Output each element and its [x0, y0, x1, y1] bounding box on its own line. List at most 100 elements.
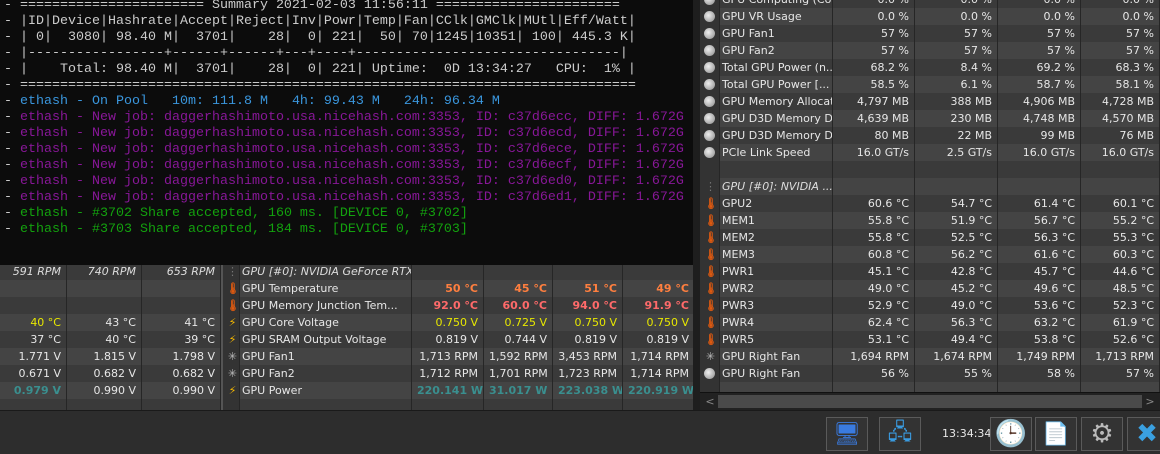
- network-button[interactable]: 🖧: [879, 417, 921, 451]
- sensor-value: 0.725 V: [484, 314, 553, 331]
- sensor-row[interactable]: 40 °C 43 °C 41 °C GPU Core Voltage 0.750 V 0.…: [0, 314, 693, 331]
- sensor-value: 4,748 MB: [998, 110, 1081, 127]
- sensor-row[interactable]: [0, 399, 693, 410]
- sensor-row[interactable]: GPU Memory Allocated4,797 MB388 MB4,906 …: [700, 93, 1160, 110]
- sensor-value: 1.798 V: [142, 348, 221, 365]
- sensor-value: 1,713 RPM: [1081, 348, 1160, 365]
- sensor-value: 48.5 °C: [1081, 280, 1160, 297]
- thermometer-icon: 🌡: [704, 231, 718, 244]
- sensor-value: [67, 280, 142, 297]
- sensor-value: 52.6 °C: [1081, 331, 1160, 348]
- gauge-icon: [704, 79, 715, 90]
- sensor-row[interactable]: GPU Right Fan 1,694 RPM 1,674 RPM 1,749 RPM…: [700, 348, 1160, 365]
- logging-button[interactable]: 📄: [1035, 417, 1077, 451]
- sensor-value: 42.8 °C: [915, 263, 998, 280]
- sensor-value: 39 °C: [142, 331, 221, 348]
- sensor-value: 22 MB: [915, 127, 998, 144]
- sensor-value: [553, 263, 623, 280]
- sensor-row[interactable]: 0.979 V 0.990 V 0.990 V GPU Power 220.141 W3…: [0, 382, 693, 399]
- sensor-value: [998, 161, 1081, 178]
- sensor-value: [0, 297, 67, 314]
- sensor-value: 41 °C: [142, 314, 221, 331]
- sensor-value: 56 %: [833, 365, 915, 382]
- scroll-right-icon[interactable]: >: [1142, 394, 1158, 410]
- sensor-row[interactable]: MEM2 55.8 °C 52.5 °C 56.3 °C 55.3 °C 🌡: [700, 229, 1160, 246]
- sensor-value: 55.8 °C: [833, 229, 915, 246]
- scrollbar-thumb[interactable]: [718, 395, 1142, 408]
- sensor-value: 52.3 °C: [1081, 297, 1160, 314]
- sensor-value: 49 °C: [623, 280, 693, 297]
- close-button[interactable]: ✖: [1127, 417, 1160, 451]
- sensor-value: [623, 399, 693, 410]
- gauge-icon: [704, 96, 715, 107]
- line-prefix: -: [4, 222, 20, 237]
- sensor-label: MEM2: [720, 229, 833, 246]
- sensor-label: GPU [#0]: NVIDIA ...: [720, 178, 833, 195]
- sensor-value: 40 °C: [67, 331, 142, 348]
- sensor-value: [484, 399, 553, 410]
- sensor-row[interactable]: GPU Fan2 57 % 57 % 57 % 57 %: [700, 42, 1160, 59]
- sensor-row[interactable]: GPU Right Fan 56 % 55 % 58 % 57 %: [700, 365, 1160, 382]
- sensor-row[interactable]: PWR4 62.4 °C 56.3 °C 63.2 °C 61.9 °C 🌡: [700, 314, 1160, 331]
- console-line: - ethash - New job: daggerhashimoto.usa.…: [4, 174, 684, 190]
- sensor-row[interactable]: MEM3 60.8 °C 56.2 °C 61.6 °C 60.3 °C 🌡: [700, 246, 1160, 263]
- sensor-value: 60.8 °C: [833, 246, 915, 263]
- sensor-value: 60.6 °C: [833, 195, 915, 212]
- line-text: ethash - New job: daggerhashimoto.usa.ni…: [20, 110, 684, 125]
- sensor-row[interactable]: MEM1 55.8 °C 51.9 °C 56.7 °C 55.2 °C 🌡: [700, 212, 1160, 229]
- sensor-row[interactable]: PWR5 53.1 °C 49.4 °C 53.8 °C 52.6 °C 🌡: [700, 331, 1160, 348]
- sensor-value: 653 RPM: [142, 263, 221, 280]
- sensor-value: 0.0 %: [998, 8, 1081, 25]
- sensor-value: 1,674 RPM: [915, 348, 998, 365]
- settings-button[interactable]: ⚙: [1081, 417, 1123, 451]
- sensor-row[interactable]: GPU Memory Junction Tem... 92.0 °C 60.0 °C…: [0, 297, 693, 314]
- sensor-row[interactable]: GPU Computing (Co...0.0 %0.0 %0.0 %0.0 %: [700, 0, 1160, 8]
- sensor-row[interactable]: Total GPU Power [... 58.5 % 6.1 % 58.7 % 58.…: [700, 76, 1160, 93]
- sensor-value: 220.141 W: [412, 382, 484, 399]
- sensor-row[interactable]: 1.771 V 1.815 V 1.798 V GPU Fan1 1,713 RPM 1,…: [0, 348, 693, 365]
- scroll-left-icon[interactable]: <: [702, 394, 718, 410]
- sensor-value: [553, 399, 623, 410]
- sensor-value: 220.919 W: [623, 382, 693, 399]
- sensor-value: [1081, 178, 1160, 195]
- sensor-row[interactable]: [700, 161, 1160, 178]
- console-line: - ethash - New job: daggerhashimoto.usa.…: [4, 190, 684, 206]
- sensor-group-header[interactable]: GPU [#0]: NVIDIA ... ⋮: [700, 178, 1160, 195]
- sensor-value: 0.0 %: [833, 0, 915, 8]
- sensor-row[interactable]: GPU D3D Memory D... 4,639 MB 230 MB 4,748 M…: [700, 110, 1160, 127]
- sensor-value: 45.7 °C: [998, 263, 1081, 280]
- sensor-value: [623, 263, 693, 280]
- sensor-value: 0.0 %: [833, 8, 915, 25]
- timer-button[interactable]: 🕒: [990, 417, 1032, 451]
- sensor-row[interactable]: GPU2 60.6 °C 54.7 °C 61.4 °C 60.1 °C 🌡: [700, 195, 1160, 212]
- sensor-row[interactable]: PCIe Link Speed 16.0 GT/s 2.5 GT/s 16.0 GT/…: [700, 144, 1160, 161]
- clock-readout: 13:34:34: [942, 427, 992, 440]
- add-log-file-icon: 📄: [1042, 421, 1070, 447]
- system-summary-button[interactable]: 🖥: [826, 417, 868, 451]
- sensor-value: [833, 178, 915, 195]
- sensor-row[interactable]: Total GPU Power (n... 68.2 % 8.4 % 69.2 % 68…: [700, 59, 1160, 76]
- thermometer-icon: 🌡: [704, 299, 718, 312]
- sensor-value: 57 %: [1081, 365, 1160, 382]
- sensor-value: 1,592 RPM: [484, 348, 553, 365]
- hwinfo-sensor-panel-bottom: 591 RPM 740 RPM 653 RPM GPU [#0]: NVIDIA Ge…: [0, 262, 693, 410]
- horizontal-scrollbar[interactable]: < >: [700, 392, 1160, 410]
- sensor-row[interactable]: 37 °C 40 °C 39 °C GPU SRAM Output Voltage 0.…: [0, 331, 693, 348]
- sensor-value: 49.4 °C: [915, 331, 998, 348]
- sensor-group-header[interactable]: 591 RPM 740 RPM 653 RPM GPU [#0]: NVIDIA Ge…: [0, 263, 693, 280]
- sensor-label: GPU2: [720, 195, 833, 212]
- sensor-value: 0.750 V: [623, 314, 693, 331]
- sensor-row[interactable]: PWR3 52.9 °C 49.0 °C 53.6 °C 52.3 °C 🌡: [700, 297, 1160, 314]
- line-text: ethash - New job: daggerhashimoto.usa.ni…: [20, 174, 684, 189]
- sensor-row[interactable]: GPU Temperature 50 °C 45 °C 51 °C 49 °C 🌡: [0, 280, 693, 297]
- sensor-row[interactable]: GPU VR Usage 0.0 % 0.0 % 0.0 % 0.0 %: [700, 8, 1160, 25]
- sensor-row[interactable]: PWR1 45.1 °C 42.8 °C 45.7 °C 44.6 °C 🌡: [700, 263, 1160, 280]
- sensor-row[interactable]: PWR2 49.0 °C 45.2 °C 49.6 °C 48.5 °C 🌡: [700, 280, 1160, 297]
- sensor-row[interactable]: GPU D3D Memory D... 80 MB 22 MB 99 MB 76 MB: [700, 127, 1160, 144]
- console-line: - ethash - New job: daggerhashimoto.usa.…: [4, 126, 684, 142]
- sensor-value: 388 MB: [915, 93, 998, 110]
- sensor-row[interactable]: 0.671 V 0.682 V 0.682 V GPU Fan2 1,712 RPM 1,…: [0, 365, 693, 382]
- sensor-row[interactable]: GPU Fan1 57 % 57 % 57 % 57 %: [700, 25, 1160, 42]
- line-prefix: -: [4, 190, 20, 205]
- window-border: [693, 0, 700, 410]
